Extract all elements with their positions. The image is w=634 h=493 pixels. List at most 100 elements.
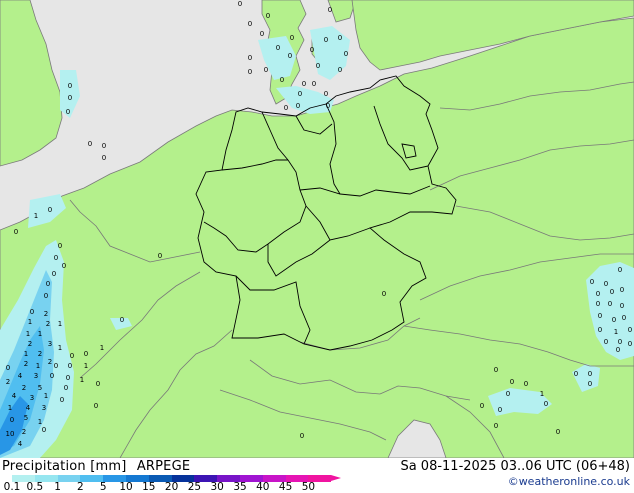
- precip-value-label: 5: [38, 384, 42, 392]
- precip-value-label: 0: [596, 290, 600, 298]
- precip-value-label: 0: [338, 66, 342, 74]
- precip-value-label: 1: [36, 362, 40, 370]
- precip-value-label: 0: [590, 278, 594, 286]
- legend-tick-label: 30: [210, 481, 224, 493]
- precip-value-label: 2: [22, 384, 26, 392]
- precip-value-label: 0: [604, 280, 608, 288]
- precip-value-label: 1: [58, 320, 62, 328]
- precip-value-label: 0: [628, 326, 632, 334]
- precip-value-label: 0: [494, 366, 498, 374]
- precip-value-label: 0: [618, 338, 622, 346]
- precip-value-label: 0: [10, 416, 14, 424]
- precip-value-label: 0: [248, 20, 252, 28]
- precip-value-label: 2: [22, 428, 26, 436]
- precip-value-label: 0: [50, 372, 54, 380]
- precip-value-label: 0: [382, 290, 386, 298]
- precip-value-label: 0: [42, 426, 46, 434]
- precip-value-label: 0: [260, 30, 264, 38]
- precip-value-label: 4: [18, 372, 23, 380]
- map-footer: Precipitation [mm] ARPEGE Sa 08-11-2025 …: [0, 458, 634, 493]
- precip-value-label: 0: [284, 104, 288, 112]
- precip-value-label: 0: [248, 54, 252, 62]
- legend-tick-label: 20: [164, 481, 179, 493]
- precip-value-label: 0: [58, 242, 62, 250]
- precip-value-label: 1: [84, 362, 88, 370]
- precip-value-label: 0: [120, 316, 124, 324]
- legend-tick-label: 45: [278, 481, 293, 493]
- precip-value-label: 4: [18, 440, 23, 448]
- precip-value-label: 0: [608, 300, 612, 308]
- precip-value-label: 1: [100, 344, 104, 352]
- precip-value-label: 2: [6, 378, 10, 386]
- precip-value-label: 0: [510, 378, 514, 386]
- precip-value-label: 0: [298, 90, 302, 98]
- precip-value-label: 0: [328, 6, 332, 14]
- precip-value-label: 1: [58, 344, 62, 352]
- legend-tick-label: 5: [99, 481, 107, 493]
- precip-value-label: 0: [628, 340, 632, 348]
- precip-value-label: 0: [96, 380, 100, 388]
- precip-value-label: 0: [618, 266, 622, 274]
- precip-value-label: 0: [544, 400, 548, 408]
- precip-value-label: 2: [46, 320, 50, 328]
- precip-value-label: 0: [248, 68, 252, 76]
- precip-value-label: 2: [48, 358, 52, 366]
- precip-value-label: 0: [326, 102, 330, 110]
- precip-value-label: 0: [598, 326, 602, 334]
- precip-value-label: 0: [158, 252, 162, 260]
- precip-value-label: 0: [276, 44, 280, 52]
- precip-value-label: 0: [480, 402, 484, 410]
- precip-value-label: 1: [38, 330, 42, 338]
- precip-value-label: 0: [622, 314, 626, 322]
- precip-value-label: 4: [26, 404, 31, 412]
- legend-tick-label: 15: [142, 481, 156, 493]
- credit-link[interactable]: ©weatheronline.co.uk: [508, 475, 630, 488]
- precip-value-label: 1: [80, 376, 84, 384]
- precip-value-label: 0: [324, 36, 328, 44]
- precip-value-label: 3: [42, 404, 46, 412]
- precip-value-label: 1: [38, 418, 42, 426]
- precip-value-label: 1: [614, 328, 618, 336]
- precip-value-label: 0: [94, 402, 98, 410]
- precip-value-label: 0: [616, 346, 620, 354]
- map-title: Precipitation [mm] ARPEGE: [2, 459, 196, 474]
- precip-value-label: 0: [588, 380, 592, 388]
- precipitation-map[interactable]: 0000000000000000000000000000000100000000…: [0, 0, 634, 458]
- precip-value-label: 0: [280, 76, 284, 84]
- legend-tick-label: 40: [256, 481, 270, 493]
- precip-value-label: 0: [84, 350, 88, 358]
- precip-value-label: 0: [88, 140, 92, 148]
- precip-value-label: 0: [312, 80, 316, 88]
- precip-value-label: 1: [34, 212, 38, 220]
- precip-value-label: 1: [24, 350, 28, 358]
- precip-value-label: 0: [14, 228, 18, 236]
- precip-value-label: 2: [28, 340, 32, 348]
- precip-value-label: 0: [66, 374, 70, 382]
- precip-value-label: 0: [102, 142, 106, 150]
- precip-value-label: 0: [46, 280, 50, 288]
- precip-value-label: 0: [524, 380, 528, 388]
- precip-value-label: 10: [6, 430, 15, 438]
- precip-value-label: 0: [52, 270, 56, 278]
- legend-tick-label: 35: [233, 481, 247, 493]
- precip-value-label: 0: [266, 12, 270, 20]
- precip-value-label: 0: [64, 384, 68, 392]
- legend-tick-label: 2: [77, 481, 84, 493]
- legend-arrow-icon: [331, 475, 342, 481]
- precip-value-label: 0: [102, 154, 106, 162]
- precip-value-label: 0: [620, 302, 624, 310]
- precip-value-label: 1: [28, 318, 32, 326]
- run-info: Sa 08-11-2025 03..06 UTC (06+48): [400, 459, 630, 474]
- precip-value-label: 2: [38, 350, 42, 358]
- legend-tick-label: 0.5: [26, 481, 44, 493]
- legend-tick-label: 0.1: [3, 481, 21, 493]
- precip-value-label: 0: [6, 364, 10, 372]
- precip-value-label: 3: [30, 394, 34, 402]
- precip-value-label: 3: [48, 340, 52, 348]
- precip-value-label: 1: [8, 404, 12, 412]
- precip-value-label: 0: [238, 0, 242, 8]
- precip-value-label: 0: [68, 94, 72, 102]
- precip-value-label: 0: [604, 338, 608, 346]
- precip-value-label: 0: [338, 34, 342, 42]
- precip-value-label: 5: [24, 414, 28, 422]
